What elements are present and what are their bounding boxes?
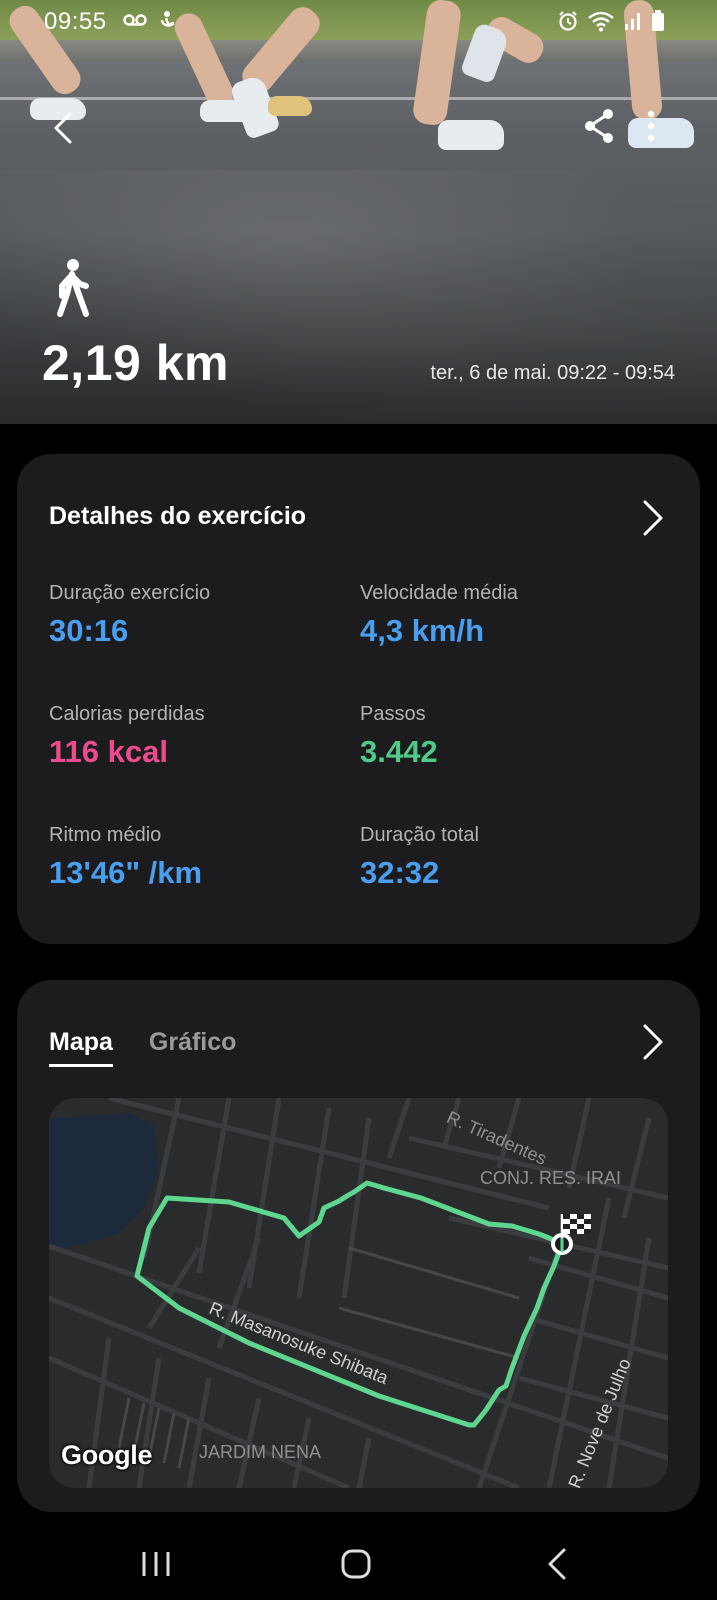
stat-label: Passos: [360, 703, 426, 725]
stat-label: Velocidade média: [360, 582, 518, 604]
status-bar: 09:55: [0, 0, 717, 44]
back-button[interactable]: [44, 108, 84, 148]
chevron-right-icon: [643, 500, 663, 536]
recent-apps-icon: [142, 1552, 170, 1576]
more-options-button[interactable]: [636, 106, 666, 146]
chevron-left-icon: [54, 112, 72, 144]
card-title: Detalhes do exercício: [49, 502, 307, 530]
back-icon: [548, 1548, 566, 1580]
share-button[interactable]: [580, 106, 620, 146]
tab-chart[interactable]: Gráfico: [149, 1028, 237, 1067]
top-nav: [0, 100, 717, 156]
stat-value: 32:32: [360, 855, 440, 890]
voicemail-icon: [122, 10, 148, 37]
status-left-icons: [122, 10, 178, 37]
recent-apps-button[interactable]: [126, 1542, 186, 1586]
signal-icon: [623, 11, 643, 36]
wifi-icon: [587, 10, 615, 37]
stat-average-speed: Velocidade média 4,3 km/h: [360, 582, 650, 649]
stat-label: Ritmo médio: [49, 824, 162, 846]
stat-label: Duração total: [360, 824, 479, 846]
hero-image: 09:55 2,19 km ter., 6 de mai. 09:22 - 09…: [0, 0, 717, 424]
chevron-right-icon: [643, 1024, 663, 1060]
map-canvas: [49, 1098, 668, 1488]
more-vertical-icon: [647, 110, 655, 142]
home-button[interactable]: [326, 1542, 386, 1586]
stat-value: 3.442: [360, 734, 438, 769]
session-time: ter., 6 de mai. 09:22 - 09:54: [430, 362, 675, 384]
exercise-details-card[interactable]: Detalhes do exercício Duração exercício …: [17, 454, 700, 944]
stat-exercise-duration: Duração exercício 30:16: [49, 582, 339, 649]
hero-shade: [0, 230, 717, 424]
home-icon: [341, 1549, 371, 1579]
status-time: 09:55: [44, 8, 107, 35]
stat-total-duration: Duração total 32:32: [360, 824, 650, 891]
stat-calories: Calorias perdidas 116 kcal: [49, 703, 339, 770]
tab-map[interactable]: Mapa: [49, 1028, 113, 1067]
stat-value: 13'46" /km: [49, 855, 203, 890]
stat-label: Calorias perdidas: [49, 703, 205, 725]
route-map[interactable]: R. Tiradentes CONJ. RES. IRAI R. Masanos…: [49, 1098, 668, 1488]
map-chevron-button[interactable]: [637, 1022, 667, 1062]
stat-value: 4,3 km/h: [360, 613, 485, 648]
map-label-neighborhood: JARDIM NENA: [199, 1442, 322, 1462]
route-path: [134, 1180, 565, 1428]
details-chevron-button[interactable]: [637, 498, 667, 538]
distance-value: 2,19 km: [42, 335, 229, 391]
google-attribution: Google: [61, 1440, 153, 1470]
alarm-icon: [557, 10, 579, 37]
stat-steps: Passos 3.442: [360, 703, 650, 770]
map-label-neighborhood: CONJ. RES. IRAI: [480, 1168, 622, 1188]
stat-label: Duração exercício: [49, 582, 211, 604]
system-nav-bar: [0, 1528, 717, 1600]
map-tabs: Mapa Gráfico: [49, 1028, 236, 1067]
system-back-button[interactable]: [528, 1542, 588, 1586]
map-card: Mapa Gráfico R. Tiradentes CONJ. RES. IR…: [17, 980, 700, 1512]
stat-value: 116 kcal: [49, 734, 168, 769]
accessibility-icon: [156, 10, 178, 37]
lake-area: [49, 1113, 159, 1248]
share-icon: [585, 109, 613, 143]
walk-icon: [52, 258, 92, 318]
stat-average-pace: Ritmo médio 13'46" /km: [49, 824, 339, 891]
stat-value: 30:16: [49, 613, 129, 648]
battery-icon: [651, 10, 665, 37]
status-right-icons: [557, 10, 665, 37]
